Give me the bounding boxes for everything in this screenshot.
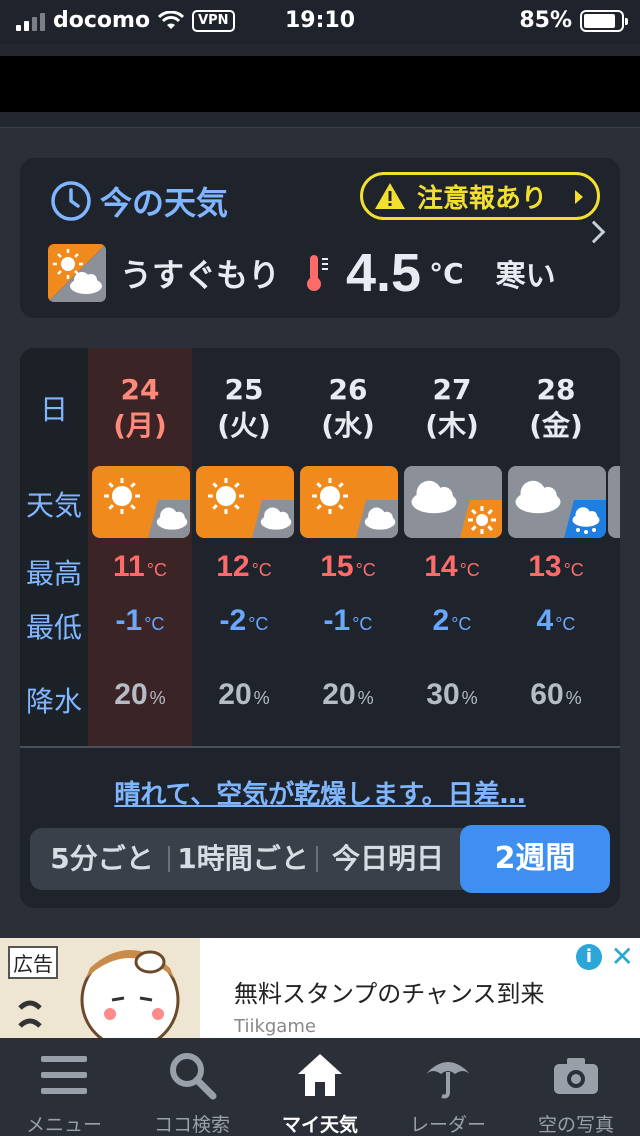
- current-temperature: 4.5: [346, 243, 422, 303]
- row-label-day: 日: [39, 393, 68, 426]
- forecast-day-column[interactable]: 28 (金) 13 °C 4 °C 60%: [504, 348, 608, 748]
- day-date: 28: [536, 373, 576, 406]
- partly-cloudy-icon: [48, 244, 106, 302]
- current-weather-card[interactable]: 今の天気 注意報あり うすぐもり 4.5 °C 寒い: [20, 158, 620, 318]
- tab-label: メニュー: [25, 1114, 102, 1136]
- search-icon: [170, 1053, 217, 1100]
- day-header: 28 (金): [504, 372, 608, 444]
- redacted-header-bar: [0, 56, 640, 112]
- current-condition: うすぐもり: [120, 256, 281, 294]
- high-temp: 13 °C: [528, 550, 584, 583]
- tab-search[interactable]: ココ検索: [128, 1038, 256, 1136]
- row-label-low: 最低: [25, 611, 82, 644]
- tab-today-tomorrow[interactable]: 今日明日: [320, 828, 456, 890]
- high-temp: 11 °C: [113, 550, 167, 583]
- tab-hourly[interactable]: 1時間ごと: [170, 828, 316, 890]
- weather-icon: [92, 466, 190, 538]
- precip-chance: 60%: [530, 678, 582, 711]
- forecast-day-column[interactable]: 24 (月) 11 °C -1 °C 20%: [88, 348, 192, 748]
- precip-chance: 20%: [218, 678, 270, 711]
- ad-advertiser: Tiikgame: [234, 1016, 316, 1037]
- bottom-tab-bar: メニュー ココ検索 マイ天気 レーダー 空の写真: [0, 1038, 640, 1136]
- info-icon[interactable]: i: [576, 944, 602, 970]
- forecast-summary-link[interactable]: 晴れて、空気が乾燥します。日差…: [20, 774, 620, 811]
- forecast-range-tabs: 5分ごと 1時間ごと 今日明日 2週間: [30, 825, 610, 893]
- tab-two-weeks[interactable]: 2週間: [460, 825, 610, 893]
- high-temp: 12 °C: [216, 550, 272, 583]
- battery-percent: 85%: [519, 8, 572, 33]
- day-header: 27 (木): [400, 372, 504, 444]
- umbrella-icon: [426, 1062, 470, 1099]
- feels-like: 寒い: [495, 259, 556, 294]
- tab-my-weather[interactable]: マイ天気: [256, 1038, 384, 1136]
- chevron-right-icon[interactable]: [582, 220, 606, 244]
- high-temp: 14 °C: [424, 550, 480, 583]
- day-date: 25: [224, 373, 264, 406]
- menu-icon: [41, 1056, 87, 1094]
- weather-icon: [196, 466, 294, 538]
- tab-label: マイ天気: [281, 1114, 358, 1136]
- precip-chance: 20%: [114, 678, 166, 711]
- chevron-right-icon: [575, 190, 583, 204]
- day-date: 26: [328, 373, 368, 406]
- home-icon: [298, 1054, 342, 1096]
- camera-icon: [554, 1058, 598, 1094]
- divider: [20, 746, 620, 748]
- weather-icon: [300, 466, 398, 538]
- weather-icon: [404, 466, 502, 538]
- day-of-week: (木): [425, 409, 479, 442]
- high-temp: 15 °C: [320, 550, 376, 583]
- day-of-week: (水): [321, 409, 375, 442]
- tab-radar[interactable]: レーダー: [384, 1038, 512, 1136]
- alert-label: 注意報あり: [417, 183, 548, 214]
- clock-icon: [51, 181, 91, 221]
- tab-sky-photos[interactable]: 空の写真: [512, 1038, 640, 1136]
- forecast-card: 日 天気 最高 最低 降水 24 (月) 11 °C -1 °C 20% 25 (火…: [20, 348, 620, 908]
- row-label-precip: 降水: [25, 685, 82, 718]
- tab-label: 空の写真: [537, 1114, 614, 1136]
- day-header: 25 (火): [192, 372, 296, 444]
- precip-chance: 30%: [426, 678, 478, 711]
- low-temp: 2 °C: [432, 604, 472, 637]
- day-of-week: (火): [217, 409, 271, 442]
- ad-headline[interactable]: 無料スタンプのチャンス到来: [234, 974, 545, 1009]
- tab-label: ココ検索: [153, 1114, 230, 1136]
- precip-chance: 20%: [322, 678, 374, 711]
- row-label-high: 最高: [25, 557, 82, 590]
- alert-button[interactable]: 注意報あり: [360, 172, 600, 220]
- low-temp: 4 °C: [536, 604, 576, 637]
- tab-menu[interactable]: メニュー: [0, 1038, 128, 1136]
- forecast-next-column-edge: [608, 466, 620, 538]
- tab-5min[interactable]: 5分ごと: [36, 828, 168, 890]
- forecast-day-column[interactable]: 27 (木) 14 °C 2 °C 30%: [400, 348, 504, 748]
- day-header: 26 (水): [296, 372, 400, 444]
- day-header: 24 (月): [88, 372, 192, 444]
- row-label-weather: 天気: [25, 489, 82, 522]
- forecast-day-column[interactable]: 26 (水) 15 °C -1 °C 20%: [296, 348, 400, 748]
- battery-icon: [580, 9, 628, 32]
- close-icon[interactable]: ✕: [611, 940, 634, 973]
- tab-label: レーダー: [409, 1114, 486, 1136]
- current-weather-title: 今の天気: [100, 184, 229, 222]
- day-date: 24: [120, 373, 160, 406]
- day-of-week: (金): [529, 409, 583, 442]
- ad-badge: 広告: [8, 946, 58, 979]
- thermometer-icon: [307, 255, 329, 291]
- forecast-row-labels: 日 天気 最高 最低 降水: [20, 348, 88, 748]
- temperature-unit: °C: [429, 256, 464, 290]
- low-temp: -1 °C: [115, 604, 165, 637]
- weather-icon: [508, 466, 606, 538]
- ad-banner[interactable]: 広告 無料スタンプのチャンス到来 Tiikgame i ✕: [0, 938, 640, 1038]
- forecast-day-column[interactable]: 25 (火) 12 °C -2 °C 20%: [192, 348, 296, 748]
- divider: [316, 846, 318, 872]
- day-of-week: (月): [113, 409, 167, 442]
- status-bar: docomo VPN 19:10 85%: [0, 0, 640, 44]
- low-temp: -1 °C: [323, 604, 373, 637]
- warning-icon: [375, 183, 405, 209]
- day-date: 27: [432, 373, 472, 406]
- low-temp: -2 °C: [219, 604, 269, 637]
